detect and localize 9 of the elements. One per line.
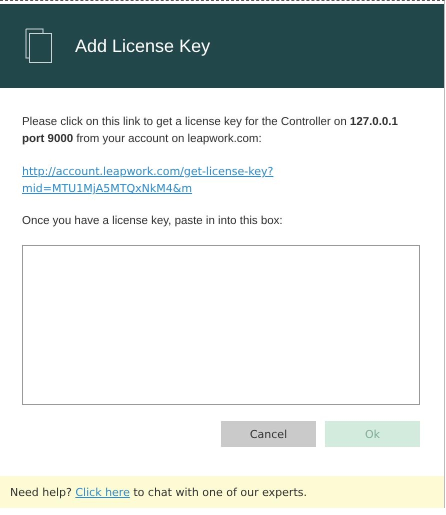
- license-link[interactable]: http://account.leapwork.com/get-license-key?mid=MTU1MjA5MTQxNkM4&m: [22, 163, 282, 197]
- documents-icon: [25, 28, 53, 64]
- chat-link[interactable]: Click here: [75, 486, 130, 498]
- license-key-field[interactable]: [22, 245, 420, 405]
- help-text: Need help? Click here to chat with one of our experts.: [10, 486, 307, 498]
- instructions-text: Please click on this link to get a license key for the Controller on 127.0.0.1 port 9000 from your account on leapwork.com:: [22, 115, 399, 147]
- cancel-button[interactable]: Cancel: [221, 421, 316, 447]
- paste-label: Once you have a license key, paste in into this box:: [22, 214, 284, 229]
- dialog-title: Add License Key: [75, 36, 210, 56]
